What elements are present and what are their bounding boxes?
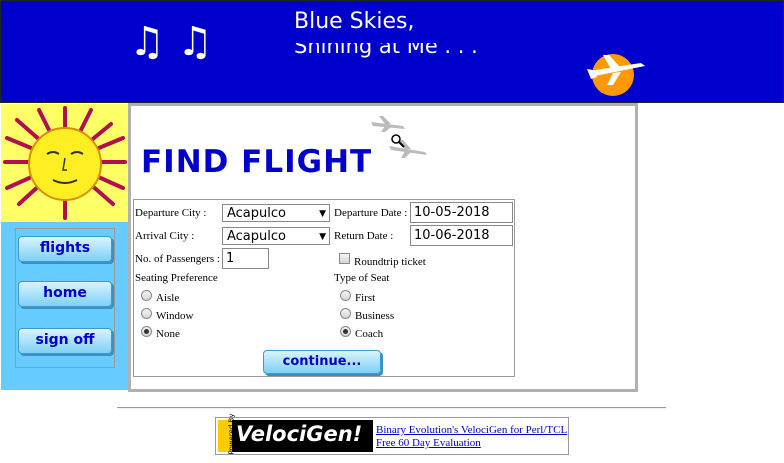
velocigen-ad: Powered By VelociGen! Binary Evolution's…: [215, 414, 569, 455]
return-date-label: Return Date :: [334, 230, 394, 242]
airplanes-icon: [371, 116, 427, 158]
sidebar: flights home sign off: [1, 104, 128, 390]
seat-coach-label: Coach: [355, 328, 384, 340]
page-title: FIND FLIGHT: [141, 144, 373, 180]
velocigen-logo[interactable]: Powered By VelociGen!: [218, 414, 373, 454]
sun-airplane-logo-icon: [587, 54, 645, 96]
dropdown-arrow-icon: ▼: [319, 209, 326, 219]
departure-city-select[interactable]: Acapulco ▼: [222, 204, 330, 222]
main-content: FIND FLIGHT Departure City : Acapulco ▼ D…: [128, 103, 638, 392]
music-note-icon: ♫: [177, 19, 213, 65]
seating-none-label: None: [156, 328, 180, 340]
arrival-city-label: Arrival City :: [135, 230, 195, 242]
seating-window-radio[interactable]: [141, 308, 152, 319]
departure-date-label: Departure Date :: [334, 207, 408, 219]
velocigen-brand: VelociGen!: [236, 422, 363, 446]
sun-face-icon: [3, 106, 127, 220]
arrival-city-select[interactable]: Acapulco ▼: [222, 227, 330, 245]
sun-logo: [1, 104, 128, 222]
seat-business-label: Business: [355, 310, 395, 322]
music-note-icon: ♫: [129, 19, 165, 65]
nav-home-button[interactable]: home: [18, 281, 112, 307]
seating-aisle-radio[interactable]: [141, 290, 152, 301]
seating-aisle-label: Aisle: [156, 292, 180, 304]
seating-window-label: Window: [156, 310, 194, 322]
roundtrip-label: Roundtrip ticket: [354, 256, 426, 268]
seat-coach-radio[interactable]: [340, 326, 351, 337]
dropdown-arrow-icon: ▼: [319, 232, 326, 242]
roundtrip-checkbox[interactable]: [339, 253, 350, 264]
velocigen-link[interactable]: Binary Evolution's VelociGen for Perl/TC…: [376, 424, 567, 436]
departure-date-field[interactable]: 10-05-2018: [410, 202, 513, 223]
divider: [117, 407, 666, 409]
seating-preference-label: Seating Preference: [135, 272, 218, 284]
passengers-label: No. of Passengers :: [135, 253, 220, 265]
return-date-field[interactable]: 10-06-2018: [410, 225, 513, 246]
departure-city-label: Departure City :: [135, 207, 207, 219]
banner-subtitle: Shining at Me . . .: [294, 43, 478, 58]
seat-first-label: First: [355, 292, 376, 304]
free-evaluation-link[interactable]: Free 60 Day Evaluation: [376, 437, 481, 449]
nav-flights-button[interactable]: flights: [18, 236, 112, 262]
powered-by-label: Powered By: [227, 413, 236, 455]
passengers-field[interactable]: 1: [222, 248, 269, 269]
header-banner: ♫ ♫ Blue Skies, Shining at Me . . .: [0, 0, 784, 103]
banner-title: Blue Skies,: [294, 9, 415, 34]
continue-button[interactable]: continue...: [263, 350, 381, 374]
seating-none-radio[interactable]: [141, 326, 152, 337]
nav-sign-off-button[interactable]: sign off: [18, 328, 112, 354]
seat-type-label: Type of Seat: [334, 272, 390, 284]
seat-business-radio[interactable]: [340, 308, 351, 319]
seat-first-radio[interactable]: [340, 290, 351, 301]
